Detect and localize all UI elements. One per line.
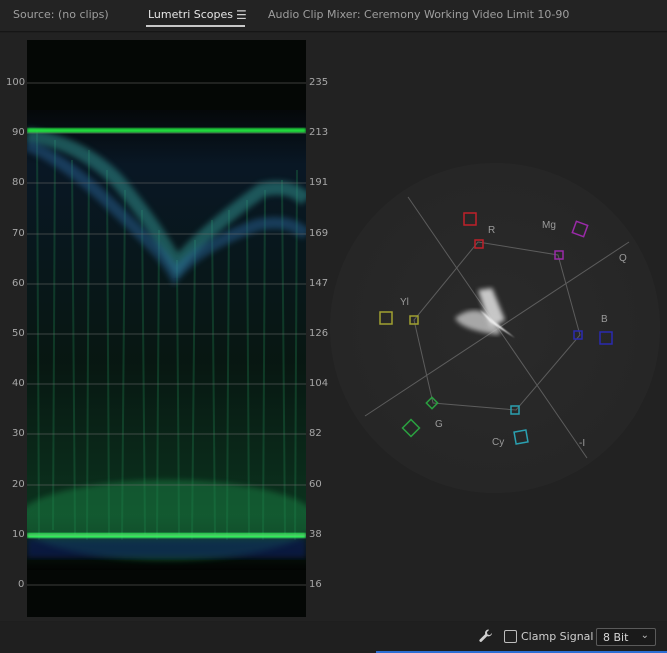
scale-left-10: 10	[12, 529, 25, 540]
scale-right-235: 235	[309, 77, 329, 88]
scale-left-80: 80	[12, 177, 25, 188]
chevron-down-icon: ⌄	[640, 630, 649, 641]
bit-depth-value: 8 Bit	[603, 631, 629, 644]
hamburger-menu-icon[interactable]: ☰	[236, 8, 247, 22]
scale-left-20: 20	[12, 479, 25, 490]
scale-left-40: 40	[12, 378, 25, 389]
scale-right-213: 213	[309, 127, 329, 138]
scale-right-191: 191	[309, 177, 329, 188]
vectorscope-graph: R Mg Q B -I Cy G Yl	[330, 163, 660, 493]
scale-left-0: 0	[18, 579, 25, 590]
label-mg: Mg	[542, 220, 556, 231]
label-b: B	[601, 314, 608, 325]
scale-right-16: 16	[309, 579, 322, 590]
bit-depth-dropdown[interactable]: 8 Bit ⌄	[596, 628, 656, 646]
scale-left-60: 60	[12, 278, 25, 289]
tab-source[interactable]: Source: (no clips)	[13, 8, 109, 21]
vectorscope: R Mg Q B -I Cy G Yl	[330, 160, 664, 494]
label-minus-i: -I	[579, 438, 585, 449]
scale-left-100: 100	[6, 77, 26, 88]
scale-left-90: 90	[12, 127, 25, 138]
label-g: G	[435, 419, 443, 430]
tab-lumetri-scopes[interactable]: Lumetri Scopes	[148, 8, 233, 21]
scale-left-50: 50	[12, 328, 25, 339]
scale-left-30: 30	[12, 428, 25, 439]
scale-right-60: 60	[309, 479, 322, 490]
label-r: R	[488, 225, 495, 236]
scale-right-147: 147	[309, 278, 329, 289]
waveform-scope	[27, 40, 306, 617]
wrench-icon[interactable]	[478, 628, 494, 644]
clamp-signal-label: Clamp Signal	[521, 630, 594, 643]
tab-audio-clip-mixer[interactable]: Audio Clip Mixer: Ceremony Working Video…	[268, 8, 569, 21]
scale-right-82: 82	[309, 428, 322, 439]
waveform-graph	[27, 82, 306, 586]
scale-right-104: 104	[309, 378, 329, 389]
scale-right-169: 169	[309, 228, 329, 239]
label-cy: Cy	[492, 437, 504, 448]
active-tab-indicator	[146, 25, 245, 27]
scale-right-38: 38	[309, 529, 322, 540]
scale-left-70: 70	[12, 228, 25, 239]
scale-right-126: 126	[309, 328, 329, 339]
clamp-signal-checkbox[interactable]	[504, 630, 517, 643]
label-q: Q	[619, 253, 627, 264]
label-yl: Yl	[400, 297, 409, 308]
